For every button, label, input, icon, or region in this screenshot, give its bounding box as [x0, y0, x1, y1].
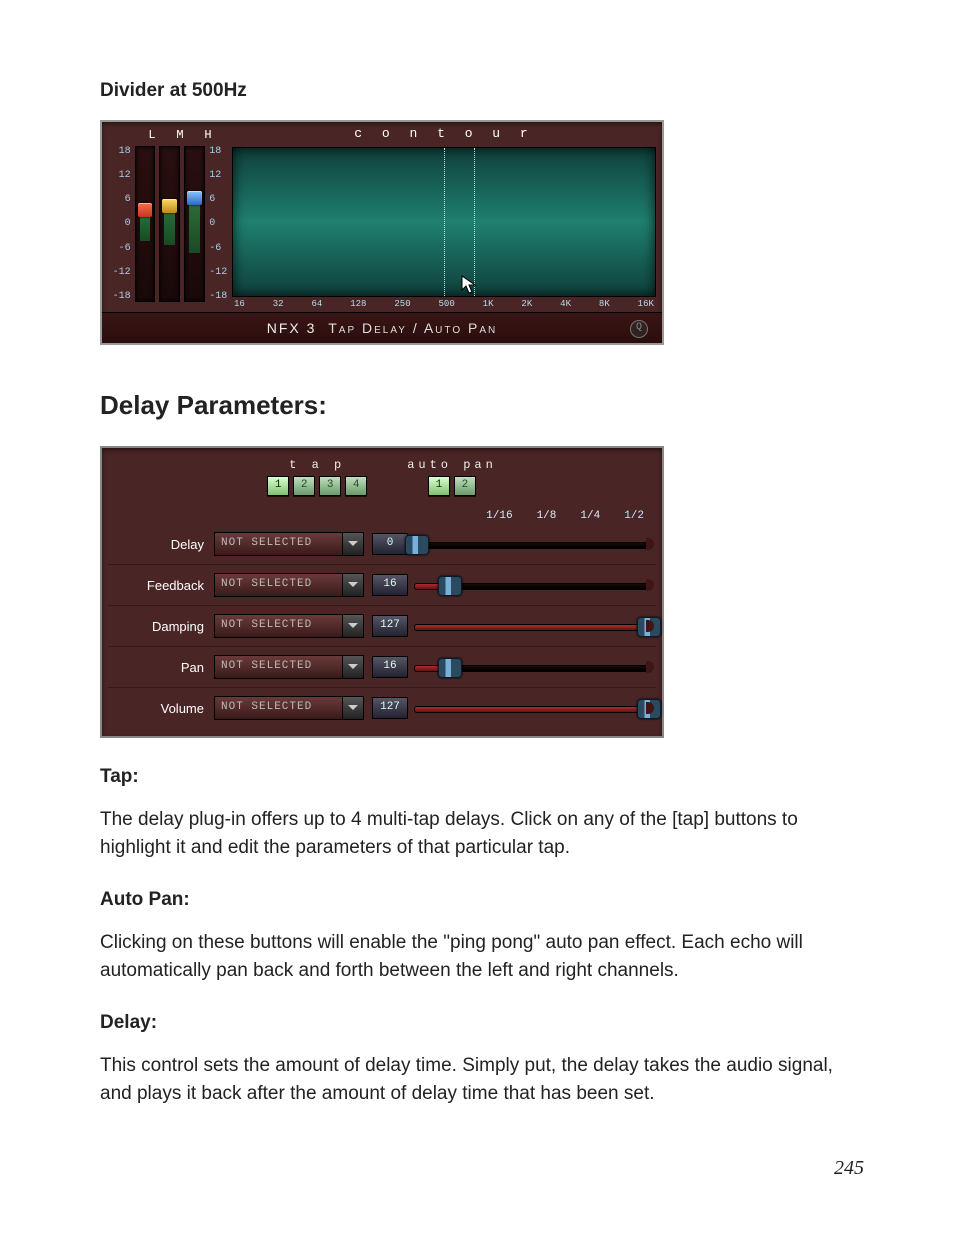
db-scale-left: 18 12 6 0 -6 -12 -18: [106, 146, 133, 302]
param-select[interactable]: NOT SELECTED: [214, 697, 364, 719]
param-slider[interactable]: [414, 578, 648, 592]
param-select[interactable]: NOT SELECTED: [214, 656, 364, 678]
param-select[interactable]: NOT SELECTED: [214, 574, 364, 596]
param-row-delay: DelayNOT SELECTED 0: [108, 524, 656, 564]
heading-divider: Divider at 500Hz: [100, 80, 864, 102]
param-select-text: NOT SELECTED: [214, 696, 343, 720]
section-delay-body: This control sets the amount of delay ti…: [100, 1052, 864, 1107]
tap-group: t a p 1 2 3 4: [267, 458, 367, 496]
page-number: 245: [100, 1157, 864, 1180]
param-slider[interactable]: [414, 660, 648, 674]
param-row-damping: DampingNOT SELECTED 127: [108, 605, 656, 646]
band-slider-high[interactable]: [184, 146, 205, 302]
chevron-down-icon[interactable]: [343, 573, 364, 597]
tap-button-2[interactable]: 2: [293, 476, 315, 496]
chevron-down-icon[interactable]: [343, 614, 364, 638]
param-value[interactable]: 16: [372, 574, 408, 596]
param-select-text: NOT SELECTED: [214, 655, 343, 679]
section-tap-heading: Tap:: [100, 766, 864, 788]
time-ruler: 1/16 1/8 1/4 1/2: [102, 510, 662, 524]
lmh-sliders: L M H 18 12 6 0 -6 -12 -18 18: [102, 122, 232, 312]
lmh-label-l: L: [148, 128, 155, 142]
param-row-volume: VolumeNOT SELECTED 127: [108, 687, 656, 728]
lmh-label-m: M: [176, 128, 183, 142]
frequency-axis: 16 32 64 128 250 500 1K 2K 4K 8K 16K: [232, 297, 656, 309]
param-select[interactable]: NOT SELECTED: [214, 615, 364, 637]
param-select-text: NOT SELECTED: [214, 573, 343, 597]
autopan-button-1[interactable]: 1: [428, 476, 450, 496]
param-slider[interactable]: [414, 537, 648, 551]
nfx-contour-panel: L M H 18 12 6 0 -6 -12 -18 18: [100, 120, 664, 345]
section-autopan-heading: Auto Pan:: [100, 889, 864, 911]
param-slider[interactable]: [414, 619, 648, 633]
param-label: Feedback: [108, 578, 214, 593]
autopan-button-2[interactable]: 2: [454, 476, 476, 496]
tap-button-3[interactable]: 3: [319, 476, 341, 496]
autopan-group-label: auto pan: [407, 458, 497, 472]
tap-group-label: t a p: [267, 458, 367, 472]
param-value[interactable]: 127: [372, 615, 408, 637]
param-label: Pan: [108, 660, 214, 675]
db-scale-right: 18 12 6 0 -6 -12 -18: [207, 146, 232, 302]
help-icon[interactable]: Q: [630, 320, 648, 338]
chevron-down-icon[interactable]: [343, 655, 364, 679]
param-value[interactable]: 16: [372, 656, 408, 678]
section-delay-heading: Delay:: [100, 1012, 864, 1034]
nfx-footer-text: NFX 3 Tap Delay / Auto Pan: [267, 320, 497, 336]
delay-parameters-panel: t a p 1 2 3 4 auto pan 1 2 1/16 1/8 1/4 …: [100, 446, 664, 738]
band-slider-mid[interactable]: [159, 146, 180, 302]
param-slider[interactable]: [414, 701, 648, 715]
param-value[interactable]: 127: [372, 697, 408, 719]
section-tap-body: The delay plug-in offers up to 4 multi-t…: [100, 806, 864, 861]
contour-title: c o n t o u r: [232, 126, 656, 141]
tap-button-1[interactable]: 1: [267, 476, 289, 496]
contour-graph[interactable]: [232, 147, 656, 297]
band-slider-low[interactable]: [135, 146, 156, 302]
param-label: Damping: [108, 619, 214, 634]
param-select-text: NOT SELECTED: [214, 532, 343, 556]
heading-delay-parameters: Delay Parameters:: [100, 390, 864, 421]
chevron-down-icon[interactable]: [343, 532, 364, 556]
nfx-footer-bar: NFX 3 Tap Delay / Auto Pan Q: [102, 312, 662, 343]
param-select[interactable]: NOT SELECTED: [214, 533, 364, 555]
param-select-text: NOT SELECTED: [214, 614, 343, 638]
autopan-group: auto pan 1 2: [407, 458, 497, 496]
chevron-down-icon[interactable]: [343, 696, 364, 720]
param-row-feedback: FeedbackNOT SELECTED 16: [108, 564, 656, 605]
section-autopan-body: Clicking on these buttons will enable th…: [100, 929, 864, 984]
lmh-label-h: H: [204, 128, 211, 142]
param-label: Volume: [108, 701, 214, 716]
param-value[interactable]: 0: [372, 533, 408, 555]
param-label: Delay: [108, 537, 214, 552]
param-row-pan: PanNOT SELECTED 16: [108, 646, 656, 687]
tap-button-4[interactable]: 4: [345, 476, 367, 496]
